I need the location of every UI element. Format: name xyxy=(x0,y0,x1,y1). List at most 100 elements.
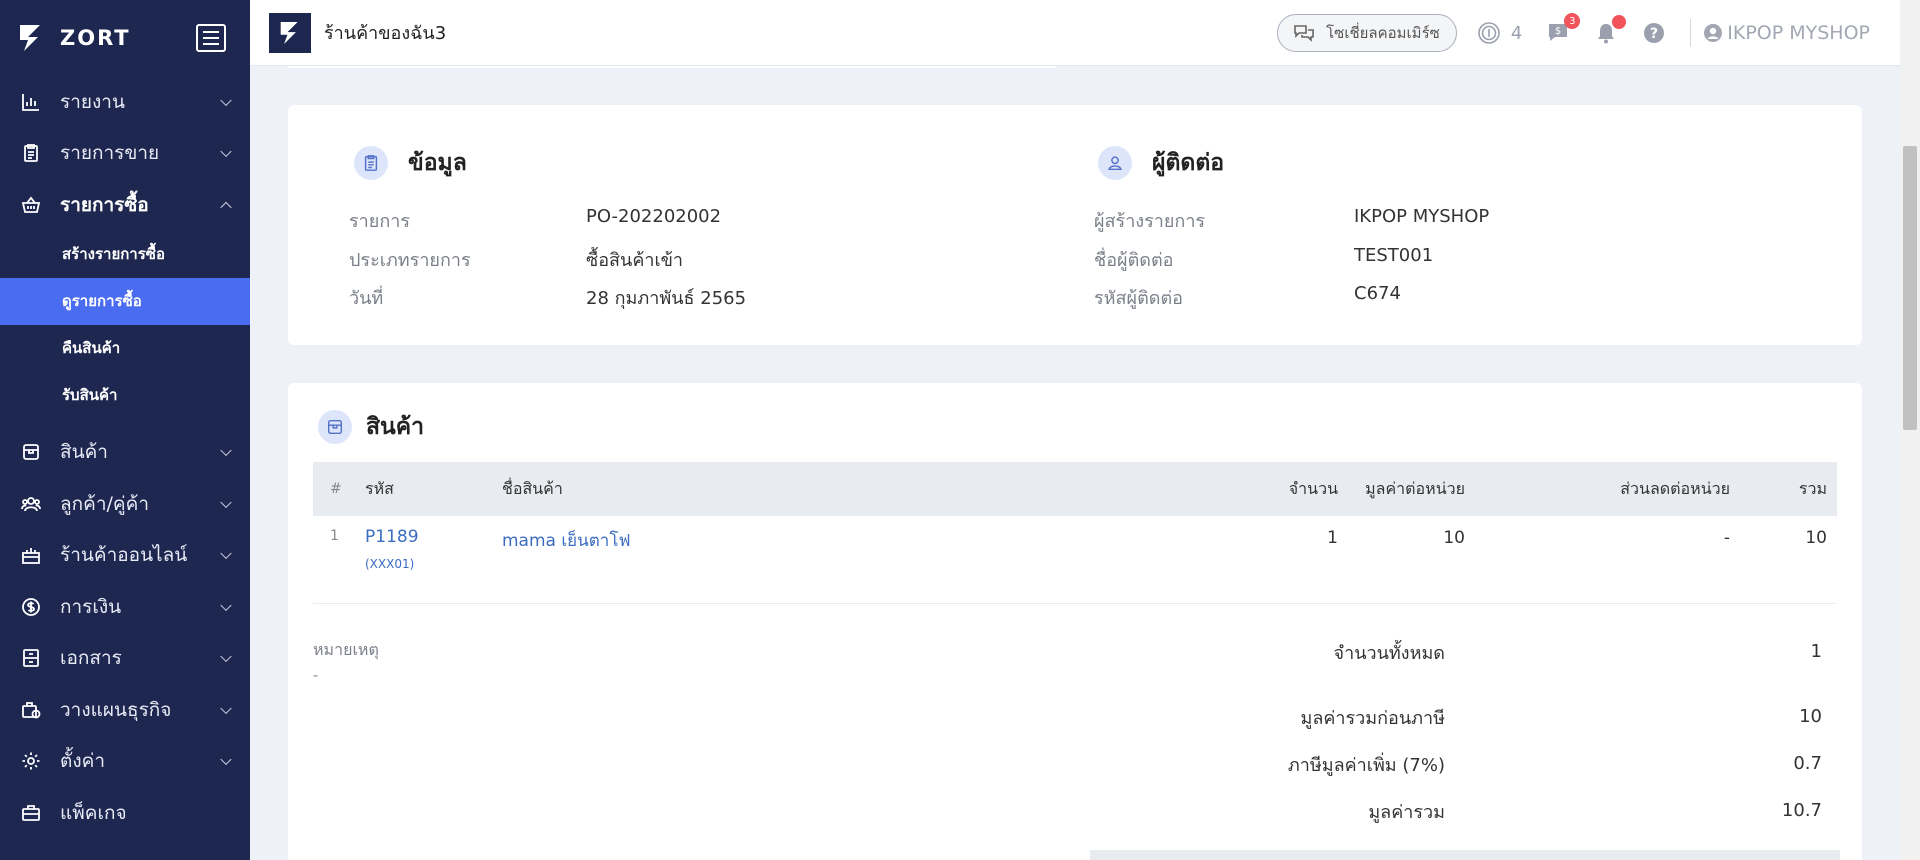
summary-grand-label: มูลค่ารวม xyxy=(1368,802,1445,823)
column-header-index: # xyxy=(330,481,342,497)
chevron-down-icon xyxy=(220,496,232,508)
previous-card-edge xyxy=(288,66,1862,84)
coin-balance[interactable]: 4 xyxy=(1477,21,1522,45)
sidebar-item-report[interactable]: รายงาน xyxy=(0,76,250,128)
svg-text:$: $ xyxy=(1555,26,1561,37)
chat-button[interactable]: $ 3 xyxy=(1546,13,1581,45)
info-value: 28 กุมภาพันธ์ 2565 xyxy=(586,288,747,309)
header-divider xyxy=(1690,19,1692,47)
sidebar-item-documents[interactable]: เอกสาร xyxy=(0,633,250,685)
social-commerce-button[interactable]: โซเชี่ยลคอมเมิร์ซ xyxy=(1277,14,1457,52)
sidebar-item-label: ลูกค้า/คู่ค้า xyxy=(60,492,150,515)
brand[interactable]: ZORT xyxy=(0,0,250,76)
gift-icon xyxy=(20,544,42,566)
table-row: 1 P1189 (XXX01) mama เย็นตาโฟ 1 10 - 10 xyxy=(313,516,1837,604)
sidebar-item-label: เอกสาร xyxy=(60,647,122,670)
remark-value: - xyxy=(313,668,319,684)
products-table-header: # รหัส ชื่อสินค้า จำนวน มูลค่าต่อหน่วย ส… xyxy=(313,462,1837,516)
sidebar-item-business-planning[interactable]: วางแผนธุรกิจ xyxy=(0,684,250,736)
sidebar-item-label: รายการขาย xyxy=(60,142,160,165)
purchase-submenu: สร้างรายการซื้อ ดูรายการซื้อ คืนสินค้า ร… xyxy=(0,231,250,427)
briefcase-chart-icon xyxy=(20,699,42,721)
archive-icon xyxy=(20,647,42,669)
chat-bubbles-icon xyxy=(1294,25,1314,42)
clipboard-icon xyxy=(20,142,42,164)
products-section-title: สินค้า xyxy=(318,409,424,445)
basket-icon xyxy=(20,194,42,216)
contact-value: IKPOP MYSHOP xyxy=(1354,206,1490,227)
user-name: IKPOP MYSHOP xyxy=(1727,22,1870,44)
sidebar-item-label: รายการซื้อ xyxy=(60,193,149,216)
contact-title: ผู้ติดต่อ xyxy=(1152,150,1225,176)
contact-label: รหัสผู้ติดต่อ xyxy=(1094,288,1183,309)
chevron-down-icon xyxy=(220,702,232,714)
page-scrollbar[interactable] xyxy=(1900,0,1920,860)
coin-count: 4 xyxy=(1510,22,1523,44)
info-title: ข้อมูล xyxy=(408,150,467,176)
bar-chart-icon xyxy=(20,91,42,113)
purchase-info-card: ข้อมูล รายการ PO-202202002 ประเภทรายการ … xyxy=(288,105,1862,345)
sidebar-item-sales[interactable]: รายการขาย xyxy=(0,128,250,180)
contact-value: C674 xyxy=(1354,283,1401,304)
row-index: 1 xyxy=(330,528,339,544)
user-avatar-icon xyxy=(1704,24,1723,42)
sidebar-subitem-create-purchase[interactable]: สร้างรายการซื้อ xyxy=(0,231,250,278)
column-header-discount: ส่วนลดต่อหน่วย xyxy=(1620,478,1730,498)
menu-toggle-button[interactable] xyxy=(196,24,226,52)
notification-dot xyxy=(1612,15,1627,29)
sidebar: ZORT รายงาน รายการขาย รายการซื้อ สร้างรา… xyxy=(0,0,250,860)
info-value: ซื้อสินค้าเข้า xyxy=(586,250,684,271)
clipboard-icon xyxy=(354,146,388,180)
user-icon xyxy=(1098,146,1132,180)
help-button[interactable]: ? xyxy=(1642,21,1666,45)
scrollbar-thumb[interactable] xyxy=(1903,146,1917,430)
sidebar-item-label: ร้านค้าออนไลน์ xyxy=(60,544,188,567)
product-discount: - xyxy=(1723,528,1730,548)
product-unit-price: 10 xyxy=(1443,528,1465,548)
product-code-link[interactable]: P1189 xyxy=(365,527,419,547)
product-name-link[interactable]: mama เย็นตาโฟ xyxy=(502,527,631,554)
chevron-down-icon xyxy=(220,444,232,457)
chevron-down-icon xyxy=(220,650,232,663)
sidebar-subitem-receive-goods[interactable]: รับสินค้า xyxy=(0,372,250,419)
sidebar-item-settings[interactable]: ตั้งค่า xyxy=(0,736,250,788)
column-header-total: รวม xyxy=(1798,478,1827,498)
box-icon xyxy=(318,410,352,444)
chevron-down-icon xyxy=(220,547,232,560)
social-commerce-label: โซเชี่ยลคอมเมิร์ซ xyxy=(1326,24,1440,42)
sidebar-item-label: การเงิน xyxy=(60,595,122,618)
chevron-down-icon xyxy=(220,145,232,158)
summary-pre-tax: 10 xyxy=(1799,706,1822,727)
sidebar-item-label: วางแผนธุรกิจ xyxy=(60,698,172,721)
contact-name-link[interactable]: TEST001 xyxy=(1354,245,1433,266)
sidebar-item-online-store[interactable]: ร้านค้าออนไลน์ xyxy=(0,530,250,582)
product-qty: 1 xyxy=(1327,528,1338,548)
gear-icon xyxy=(20,750,42,772)
store-logo[interactable] xyxy=(269,12,311,53)
sidebar-item-products[interactable]: สินค้า xyxy=(0,427,250,479)
coin-icon xyxy=(1478,22,1500,44)
sidebar-item-label: สินค้า xyxy=(60,441,108,464)
store-name[interactable]: ร้านค้าของฉัน3 xyxy=(324,18,446,47)
product-total: 10 xyxy=(1805,528,1827,548)
info-label: ประเภทรายการ xyxy=(349,250,471,271)
info-section-title: ข้อมูล xyxy=(354,145,467,181)
products-title: สินค้า xyxy=(366,414,425,440)
product-sub-code: (XXX01) xyxy=(365,557,415,571)
notification-button[interactable] xyxy=(1594,15,1627,45)
chevron-down-icon xyxy=(220,94,232,106)
zort-logo-icon xyxy=(280,21,298,44)
summary-total-qty: 1 xyxy=(1810,641,1822,662)
sidebar-item-customers[interactable]: ลูกค้า/คู่ค้า xyxy=(0,478,250,530)
column-header-qty: จำนวน xyxy=(1288,478,1338,498)
sidebar-item-package[interactable]: แพ็คเกจ xyxy=(0,787,250,839)
user-menu[interactable]: IKPOP MYSHOP xyxy=(1703,22,1870,44)
users-icon xyxy=(20,493,42,515)
summary-grand-total: 10.7 xyxy=(1781,800,1822,821)
sidebar-item-purchases[interactable]: รายการซื้อ xyxy=(0,179,250,231)
sidebar-subitem-return-goods[interactable]: คืนสินค้า xyxy=(0,325,250,372)
sidebar-subitem-view-purchases[interactable]: ดูรายการซื้อ xyxy=(0,277,250,325)
products-card: สินค้า # รหัส ชื่อสินค้า จำนวน มูลค่าต่อ… xyxy=(288,383,1862,860)
sidebar-item-label: ตั้งค่า xyxy=(60,750,105,773)
sidebar-item-finance[interactable]: การเงิน xyxy=(0,581,250,633)
